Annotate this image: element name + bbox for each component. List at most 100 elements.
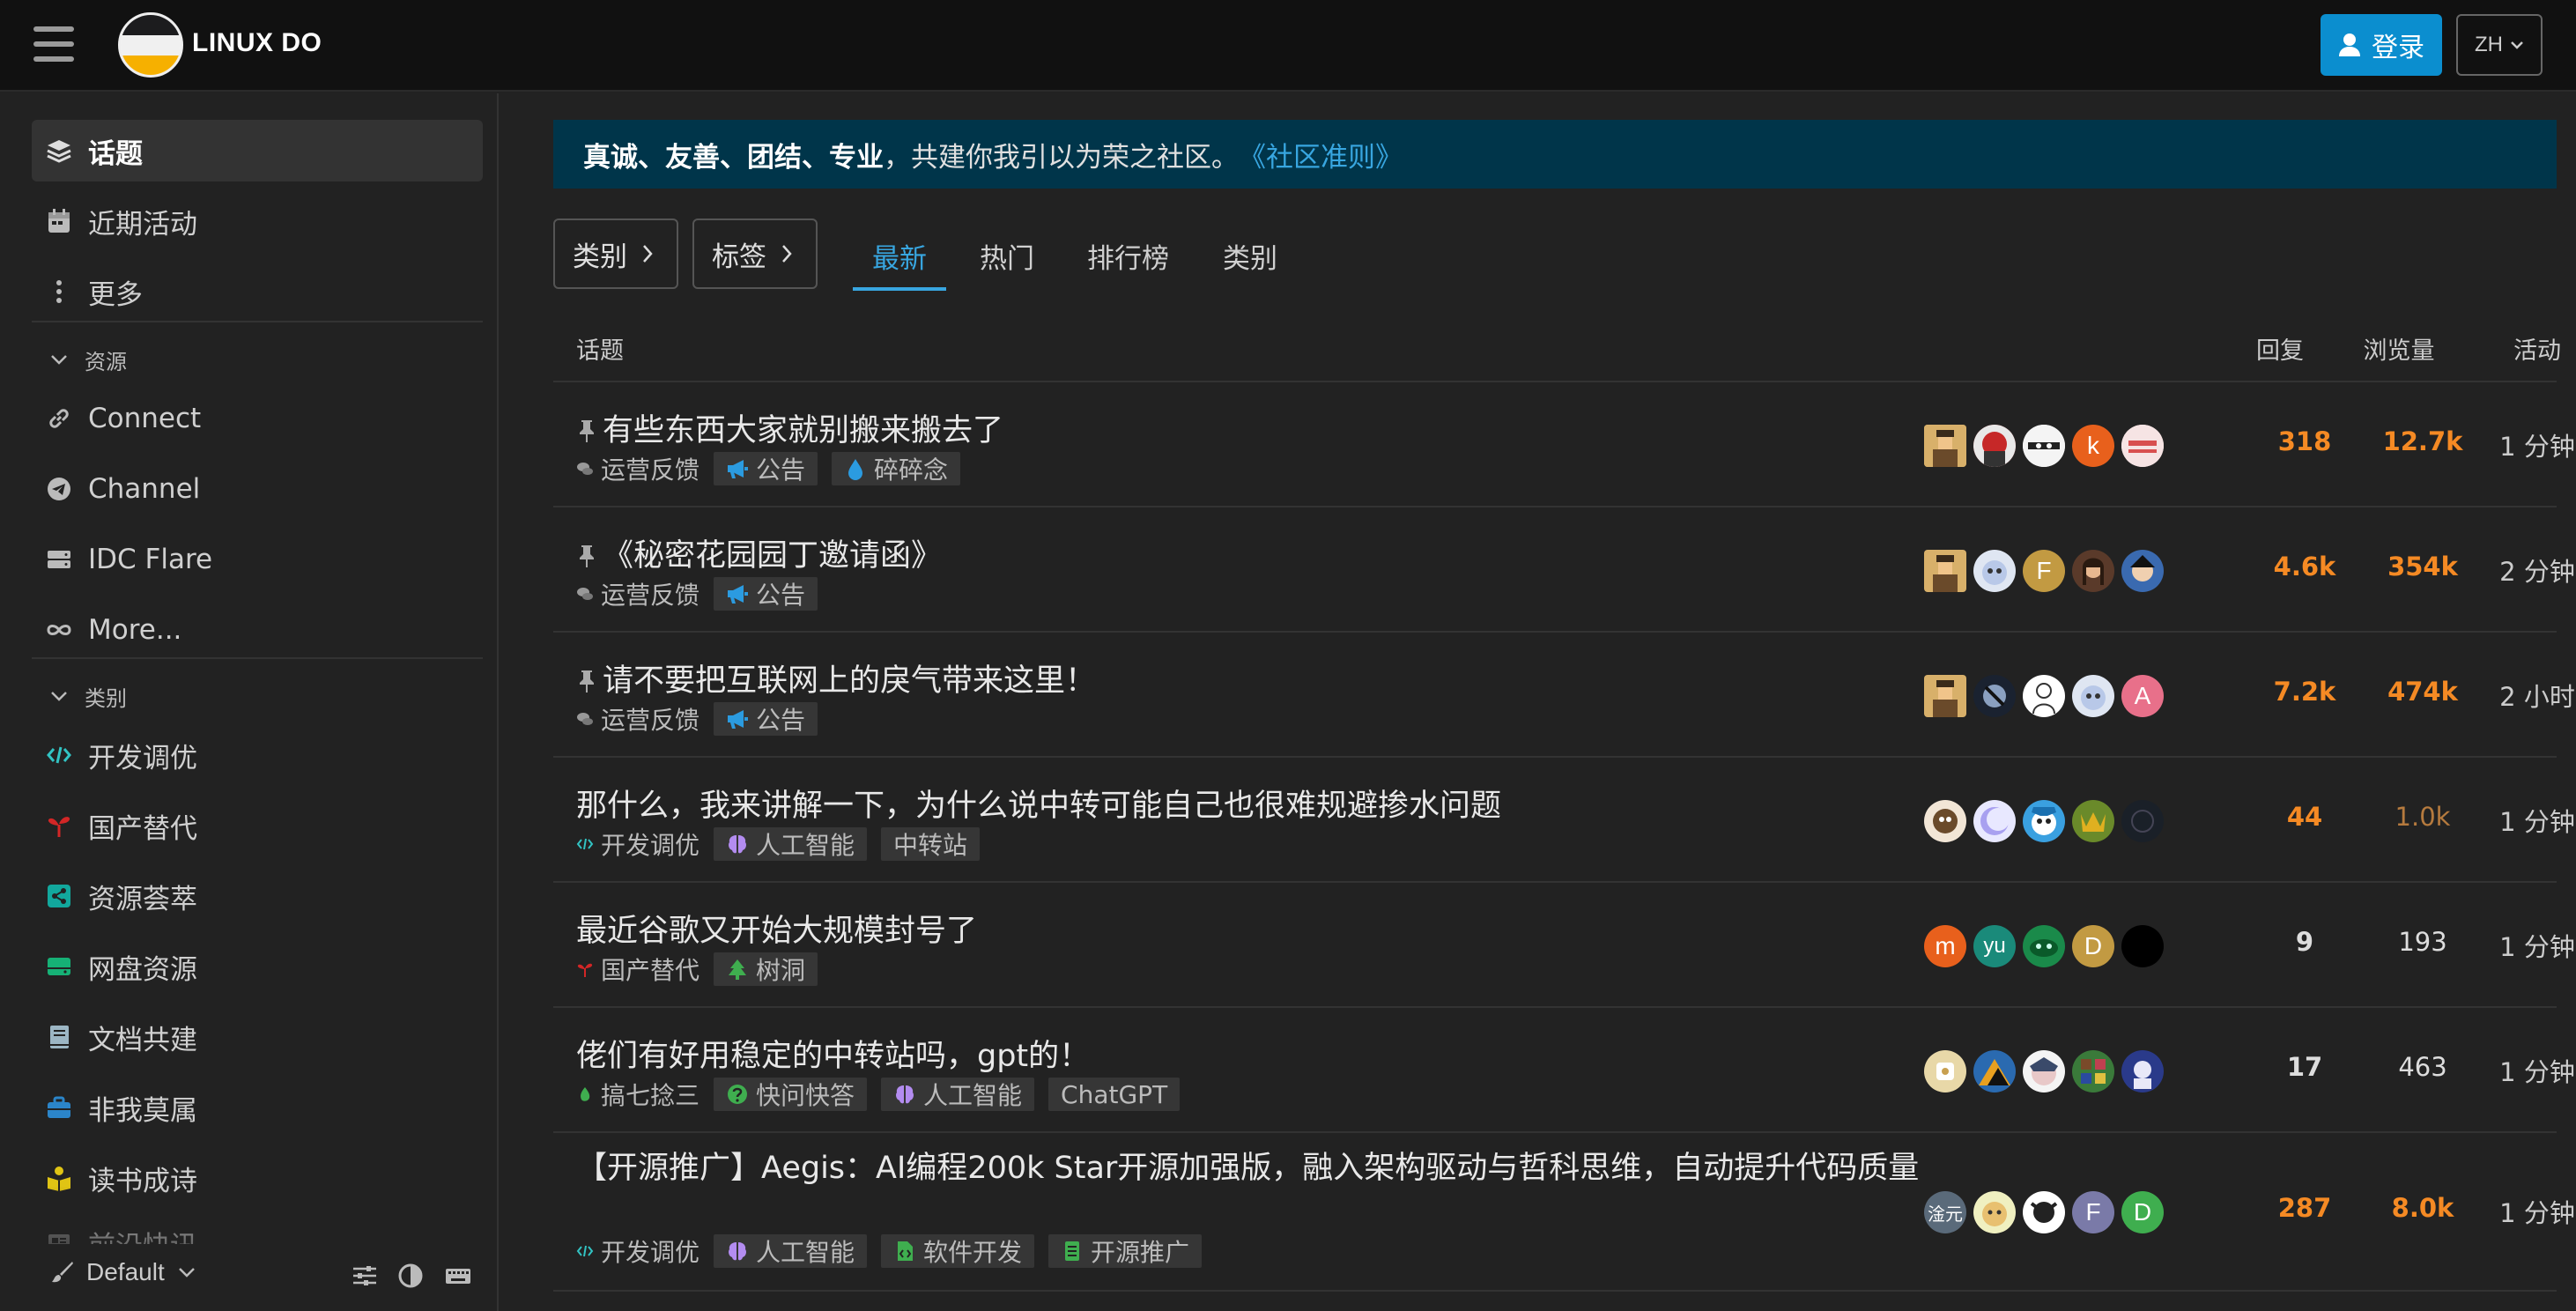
avatar[interactable]: D [2072,925,2114,967]
last-activity[interactable]: 1 分钟 [2488,802,2576,839]
language-selector[interactable]: ZH [2456,14,2543,76]
reply-count[interactable]: 287 [2252,1193,2358,1223]
avatar[interactable] [2023,675,2065,717]
avatar[interactable]: 淦元 [1924,1191,1966,1233]
avatar[interactable] [1924,1050,1966,1092]
category-filter-button[interactable]: 类别 [553,218,678,289]
tab-leaderboard[interactable]: 排行榜 [1068,227,1188,291]
topic-category[interactable]: 运营反馈 [576,576,700,611]
sidebar-item-category-domestic[interactable]: 国产替代 [32,795,483,856]
reply-count[interactable]: 9 [2252,927,2358,957]
avatar[interactable]: m [1924,925,1966,967]
avatar[interactable]: F [2023,550,2065,592]
reply-count[interactable]: 4.6k [2252,552,2358,581]
tab-hot[interactable]: 热门 [960,227,1054,291]
sidebar-item-category-netdisk[interactable]: 网盘资源 [32,936,483,997]
tab-latest[interactable]: 最新 [853,227,946,291]
avatar[interactable]: A [2121,675,2164,717]
topic-title[interactable]: 有些东西大家就别搬来搬去了 [576,405,1003,450]
sidebar-item-category-docs[interactable]: 文档共建 [32,1006,483,1068]
topic-category[interactable]: 搞七捻三 [576,1077,700,1112]
reply-count[interactable]: 44 [2252,802,2358,832]
avatar[interactable] [1973,675,2016,717]
topic-category[interactable]: 运营反馈 [576,701,700,737]
avatar[interactable] [1924,800,1966,842]
avatar[interactable]: yu [1973,925,2016,967]
avatar[interactable]: F [2072,1191,2114,1233]
avatar[interactable] [2121,425,2164,467]
topic-category[interactable]: 运营反馈 [576,451,700,486]
topic-title[interactable]: 请不要把互联网上的戾气带来这里！ [576,656,1096,700]
sidebar-item-category-resources[interactable]: 资源荟萃 [32,865,483,927]
avatar[interactable] [2072,1050,2114,1092]
topic-title[interactable]: 佬们有好用稳定的中转站吗，gpt的！ [576,1031,1090,1076]
theme-selector[interactable]: Default [49,1258,196,1286]
hamburger-menu-icon[interactable] [33,26,74,62]
last-activity[interactable]: 1 分钟 [2488,1052,2576,1089]
avatar[interactable] [1973,425,2016,467]
topic-title[interactable]: 《秘密花园园丁邀请函》 [576,530,942,575]
topic-tag[interactable]: 碎碎念 [832,452,961,485]
header-activity[interactable]: 活动 [2488,331,2576,366]
topic-title[interactable]: 【开源推广】Aegis：AI编程200k Star开源加强版，融入架构驱动与哲科… [576,1149,1933,1188]
avatar[interactable] [1973,800,2016,842]
site-name[interactable]: LINUX DO [192,28,322,58]
site-logo[interactable] [118,12,183,78]
section-toggle-resources[interactable]: 资源 [49,342,127,377]
avatar[interactable] [2023,1050,2065,1092]
topic-tag[interactable]: 人工智能 [881,1078,1035,1111]
avatar[interactable]: D [2121,1191,2164,1233]
sidebar-item-more-resources[interactable]: More... [32,599,483,661]
topic-tag[interactable]: 公告 [714,577,818,611]
topic-tag[interactable]: ChatGPT [1048,1078,1181,1111]
last-activity[interactable]: 2 分钟 [2488,552,2576,589]
topic-tag[interactable]: 人工智能 [714,827,868,861]
sidebar-item-topics[interactable]: 话题 [32,120,483,181]
topic-tag[interactable]: 中转站 [881,827,981,861]
avatar[interactable] [2121,925,2164,967]
sidebar-item-channel[interactable]: Channel [32,458,483,520]
tag-filter-button[interactable]: 标签 [692,218,818,289]
avatar[interactable] [2121,1050,2164,1092]
sidebar-item-idc-flare[interactable]: IDC Flare [32,529,483,590]
last-activity[interactable]: 1 分钟 [2488,1193,2576,1230]
avatar[interactable] [1973,1050,2016,1092]
topic-tag[interactable]: 软件开发 [881,1234,1035,1268]
avatar[interactable] [2023,925,2065,967]
topic-category[interactable]: 国产替代 [576,952,700,987]
topic-tag[interactable]: 快问快答 [714,1078,868,1111]
avatar[interactable] [1973,1191,2016,1233]
topic-category[interactable]: 开发调优 [576,826,700,862]
tab-categories[interactable]: 类别 [1203,227,1297,291]
avatar[interactable] [2072,675,2114,717]
sidebar-item-category-reading[interactable]: 读书成诗 [32,1147,483,1209]
avatar[interactable] [2072,800,2114,842]
avatar[interactable] [1924,550,1966,592]
avatar[interactable] [2121,550,2164,592]
avatar[interactable] [2072,550,2114,592]
topic-tag[interactable]: 人工智能 [714,1234,868,1268]
last-activity[interactable]: 1 分钟 [2488,426,2576,463]
sidebar-item-category-jobs[interactable]: 非我莫属 [32,1077,483,1138]
sidebar-item-recent-activity[interactable]: 近期活动 [32,190,483,252]
last-activity[interactable]: 1 分钟 [2488,927,2576,964]
keyboard-icon[interactable] [444,1262,472,1290]
contrast-icon[interactable] [396,1262,425,1290]
topic-title[interactable]: 那什么，我来讲解一下，为什么说中转可能自己也很难规避掺水问题 [576,781,1501,826]
reply-count[interactable]: 17 [2252,1052,2358,1082]
avatar[interactable] [2023,425,2065,467]
avatar[interactable] [2121,800,2164,842]
header-views[interactable]: 浏览量 [2340,331,2458,366]
avatar[interactable] [1924,675,1966,717]
topic-tag[interactable]: 公告 [714,702,818,736]
sliders-icon[interactable] [351,1262,379,1290]
avatar[interactable] [2023,1191,2065,1233]
sidebar-item-more[interactable]: 更多 [32,261,483,322]
topic-category[interactable]: 开发调优 [576,1233,700,1269]
login-button[interactable]: 登录 [2321,14,2442,76]
header-replies[interactable]: 回复 [2227,331,2333,366]
header-topic[interactable]: 话题 [576,331,624,366]
avatar[interactable] [1973,550,2016,592]
topic-tag[interactable]: 开源推广 [1048,1234,1203,1268]
sidebar-item-category-dev[interactable]: 开发调优 [32,724,483,786]
